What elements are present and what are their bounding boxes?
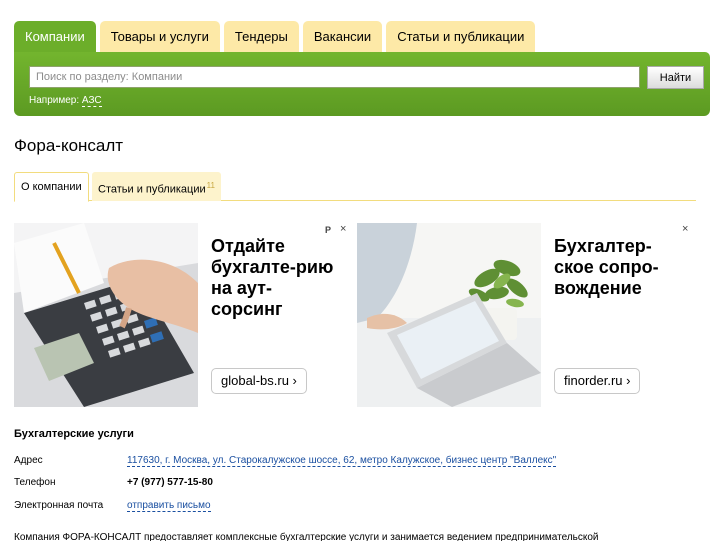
ad-image-calculator	[14, 223, 198, 407]
tab-about[interactable]: О компании	[14, 172, 89, 202]
ad-close-icon[interactable]: ×	[340, 223, 346, 235]
ad-headline[interactable]: Бухгалтер-ское сопро-вождение	[554, 236, 684, 299]
tab-tenders[interactable]: Тендеры	[223, 21, 299, 53]
search-button[interactable]: Найти	[647, 66, 704, 89]
email-value: отправить письмо	[127, 500, 211, 512]
tab-goods-services[interactable]: Товары и услуги	[99, 21, 220, 53]
ad-image-laptop	[357, 223, 541, 407]
ad-domain-button[interactable]: finorder.ru ›	[554, 368, 641, 394]
company-tabs: О компании Статьи и публикации11	[14, 172, 696, 202]
tab-articles[interactable]: Статьи и публикации	[386, 21, 536, 53]
tab-company-articles-label: Статьи и публикации	[98, 183, 206, 196]
ad-info-icon[interactable]: Р	[325, 225, 331, 235]
example-link[interactable]: АЗС	[81, 95, 102, 107]
send-email-link[interactable]: отправить письмо	[127, 500, 211, 512]
ad-domain-button[interactable]: global-bs.ru ›	[211, 368, 307, 394]
example-label: Например:	[29, 95, 80, 106]
ad-close-icon[interactable]: ×	[682, 223, 688, 235]
tab-companies[interactable]: Компании	[14, 21, 96, 53]
section-tabs: Компании Товары и услуги Тендеры Ваканси…	[14, 21, 536, 53]
address-value: 117630, г. Москва, ул. Старокалужское шо…	[127, 455, 557, 467]
email-label: Электронная почта	[14, 500, 104, 511]
search-panel: Найти Например: АЗС	[14, 52, 710, 116]
address-label: Адрес	[14, 455, 43, 466]
address-link[interactable]: 117630, г. Москва, ул. Старокалужское шо…	[127, 455, 557, 467]
page-title: Фора-консалт	[14, 136, 124, 155]
search-example: Например: АЗС	[29, 95, 102, 107]
articles-count: 11	[206, 181, 215, 190]
tab-company-articles[interactable]: Статьи и публикации11	[92, 172, 221, 201]
company-description: Компания ФОРА-КОНСАЛТ предоставляет комп…	[14, 532, 599, 541]
phone-value: +7 (977) 577-15-80	[127, 477, 213, 488]
phone-label: Телефон	[14, 477, 56, 488]
ad-accounting-support[interactable]: Бухгалтер-ское сопро-вождение finorder.r…	[357, 223, 697, 407]
search-input[interactable]	[29, 66, 640, 88]
ad-headline[interactable]: Отдайте бухгалте-рию на аут-сорсинг	[211, 236, 341, 320]
tab-vacancies[interactable]: Вакансии	[302, 21, 383, 53]
ad-outsourcing[interactable]: Отдайте бухгалте-рию на аут-сорсинг glob…	[14, 223, 354, 407]
section-title: Бухгалтерские услуги	[14, 428, 134, 440]
